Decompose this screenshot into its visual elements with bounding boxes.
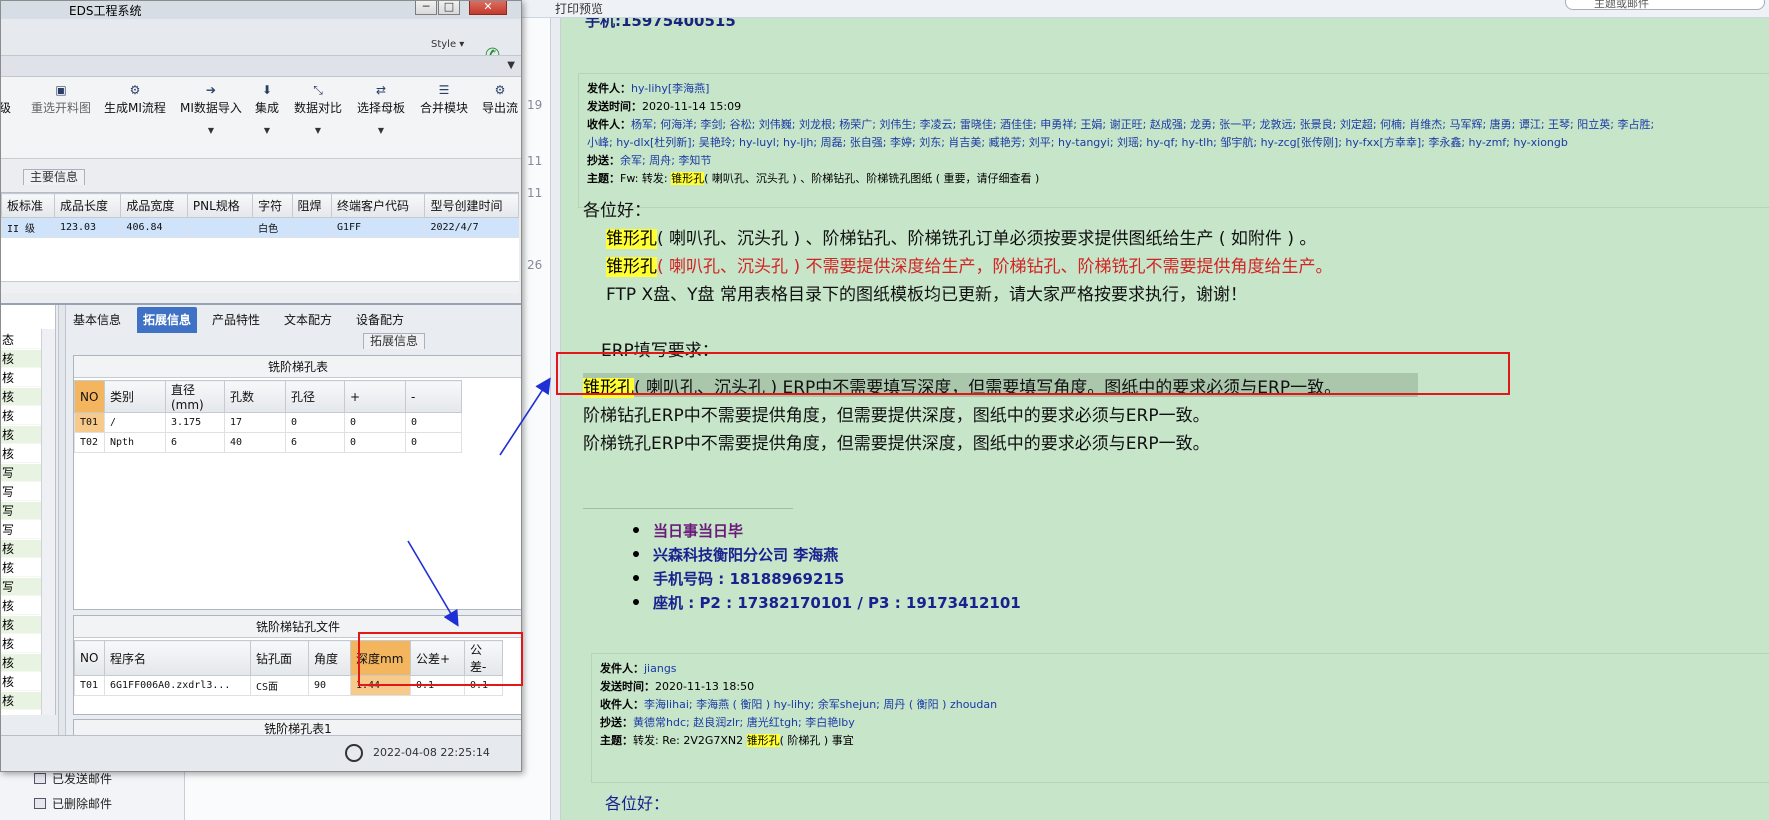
annotation-arrows: [407, 377, 551, 627]
arrow-to-erp-icon: [499, 377, 551, 456]
arrow-to-depth-icon: [407, 540, 459, 627]
